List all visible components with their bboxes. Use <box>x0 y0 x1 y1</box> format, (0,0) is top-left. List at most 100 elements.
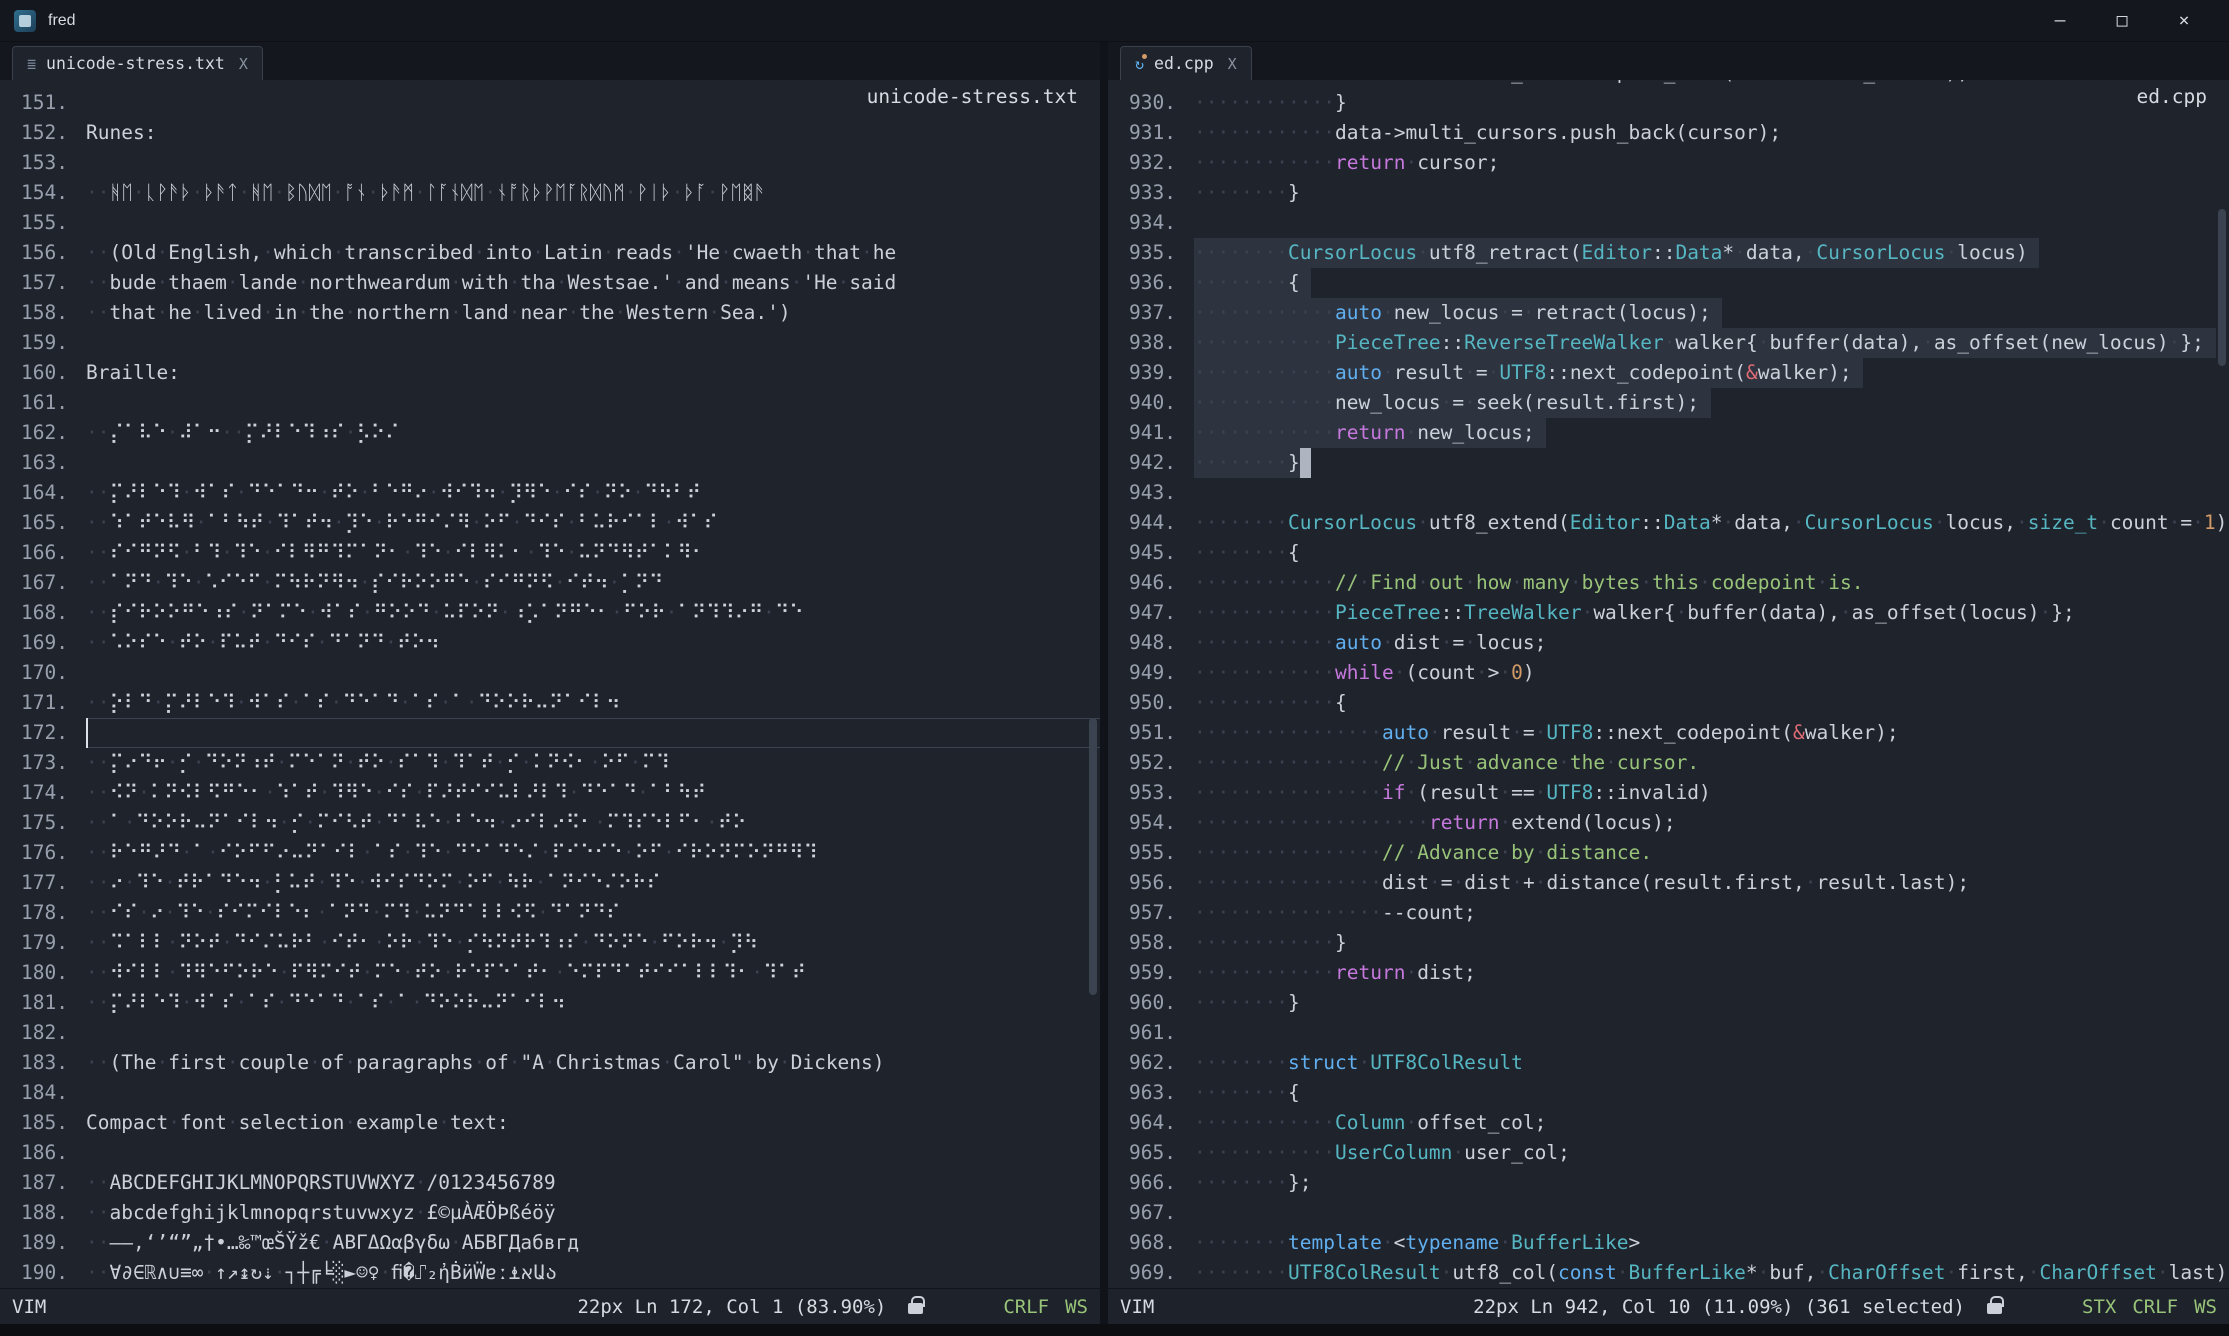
editor-line[interactable]: 937.············auto·new_locus·=·retract… <box>1108 298 2229 328</box>
close-button[interactable]: × <box>2153 0 2215 42</box>
editor-line[interactable]: 938.············PieceTree::ReverseTreeWa… <box>1108 328 2229 358</box>
app-icon <box>14 10 36 32</box>
editor-line[interactable]: 953.················if·(result·==·UTF8::… <box>1108 778 2229 808</box>
editor-line[interactable]: 189.··–—‚‘’“”„†•…‰™œŠŸž€·ΑΒΓΔΩαβγδω·АБВГ… <box>0 1228 1100 1258</box>
editor-line[interactable]: 963.········{ <box>1108 1078 2229 1108</box>
editor-line[interactable]: 962.········struct·UTF8ColResult <box>1108 1048 2229 1078</box>
editor-line[interactable]: 950.············{ <box>1108 688 2229 718</box>
editor-line[interactable]: 932.············return·cursor; <box>1108 148 2229 178</box>
pane-divider[interactable] <box>1100 42 1108 1324</box>
editor-line[interactable]: 178.··⠊⠎·⠔·⠹⠑·⠎⠊⠍⠊⠇⠑⠆·⠁⠝⠙·⠍⠹·⠥⠝⠙⠁⠇⠇⠪⠫·⠙⠁… <box>0 898 1100 928</box>
editor-line[interactable]: 158.··that·he·lived·in·the·northern·land… <box>0 298 1100 328</box>
editor-line[interactable]: 179.··⠩⠁⠇⠇·⠝⠕⠞·⠙⠊⠌⠥⠗⠃·⠊⠞⠂·⠕⠗·⠹⠑·⡊⠳⠝⠞⠗⠹⠰⠎… <box>0 928 1100 958</box>
editor-line[interactable]: 184. <box>0 1078 1100 1108</box>
editor-line[interactable]: 967. <box>1108 1198 2229 1228</box>
editor-line[interactable]: 177.··⠔·⠹⠑·⠞⠗⠁⠙⠑⠲·⡃⠥⠞·⠹⠑·⠺⠊⠎⠙⠕⠍·⠕⠋·⠳⠗·⠁⠝… <box>0 868 1100 898</box>
editor-line[interactable]: 162.··⡌⠁⠧⠑·⠼⠁⠒··⡍⠜⠇⠑⠹⠰⠎·⡣⠕⠌ <box>0 418 1100 448</box>
editor-line[interactable]: 946.············//·Find·out·how·many·byt… <box>1108 568 2229 598</box>
editor-line[interactable]: 171.··⡕⠇⠙·⡍⠜⠇⠑⠹·⠺⠁⠎·⠁⠎·⠙⠑⠁⠙·⠁⠎·⠁·⠙⠕⠕⠗⠤⠝⠁… <box>0 688 1100 718</box>
editor-line[interactable]: 154.··ᚻᛖ·ᚳᚹᚫᚦ·ᚦᚫᛏ·ᚻᛖ·ᛒᚢᛞᛖ·ᚩᚾ·ᚦᚫᛗ·ᛚᚪᚾᛞᛖ·ᚾ… <box>0 178 1100 208</box>
editor-line[interactable]: 964.············Column·offset_col; <box>1108 1108 2229 1138</box>
editor-line[interactable]: 167.··⠁⠝⠙·⠹⠑·⠡⠊⠑⠋·⠍⠳⠗⠝⠻⠲·⡎⠊⠗⠕⠕⠛⠑·⠎⠊⠛⠝⠫·⠊… <box>0 568 1100 598</box>
editor-line[interactable]: 156.··(Old·English,·which·transcribed·in… <box>0 238 1100 268</box>
editor-line[interactable]: 168.··⡎⠊⠗⠕⠕⠛⠑⠰⠎·⠝⠁⠍⠑·⠺⠁⠎·⠛⠕⠕⠙·⠥⠏⠕⠝·⠰⡡⠁⠝⠛… <box>0 598 1100 628</box>
editor-line[interactable]: 939.············auto·result·=·UTF8::next… <box>1108 358 2229 388</box>
editor-line[interactable]: 163. <box>0 448 1100 478</box>
tab-unicode-stress-txt[interactable]: ≣ unicode-stress.txt X <box>12 46 263 80</box>
editor-line[interactable]: 161. <box>0 388 1100 418</box>
editor-line[interactable]: 929.················data->multi_cursors.… <box>1108 80 2229 88</box>
editor-line[interactable]: 155. <box>0 208 1100 238</box>
editor-line[interactable]: 152.Runes: <box>0 118 1100 148</box>
editor-line[interactable]: 188.··abcdefghijklmnopqrstuvwxyz·£©µÀÆÖÞ… <box>0 1198 1100 1228</box>
right-editor[interactable]: ed.cpp 929.················data->multi_c… <box>1108 80 2229 1288</box>
editor-line[interactable]: 174.··⠪⠝·⠅⠝⠪⠇⠫⠛⠑⠂·⠱⠁⠞·⠹⠻⠑·⠊⠎·⠏⠜⠞⠊⠊⠥⠇⠜⠇⠹·… <box>0 778 1100 808</box>
editor-line[interactable]: 948.············auto·dist·=·locus; <box>1108 628 2229 658</box>
editor-line[interactable]: 175.··⠁·⠙⠕⠕⠗⠤⠝⠁⠊⠇⠲·⡊·⠍⠊⠣⠞·⠙⠁⠧⠑·⠃⠑⠲·⠔⠊⠇⠔⠫… <box>0 808 1100 838</box>
editor-line[interactable]: 956.················dist·=·dist·+·distan… <box>1108 868 2229 898</box>
editor-line[interactable]: 954.····················return·extend(lo… <box>1108 808 2229 838</box>
editor-line[interactable]: 940.············new_locus·=·seek(result.… <box>1108 388 2229 418</box>
editor-line[interactable]: 166.··⠎⠊⠛⠝⠫·⠃⠹·⠹⠑·⠊⠇⠻⠛⠹⠍⠁⠝⠂·⠹⠑·⠊⠇⠻⠅⠂·⠹⠑·… <box>0 538 1100 568</box>
editor-line[interactable]: 159. <box>0 328 1100 358</box>
editor-line[interactable]: 968.········template·<typename·BufferLik… <box>1108 1228 2229 1258</box>
editor-line[interactable]: 957.················--count; <box>1108 898 2229 928</box>
editor-line[interactable]: 944.········CursorLocus·utf8_extend(Edit… <box>1108 508 2229 538</box>
editor-line[interactable]: 936.········{ <box>1108 268 2229 298</box>
left-tab-bar: ≣ unicode-stress.txt X <box>0 42 1100 80</box>
tab-close-button[interactable]: X <box>239 55 248 73</box>
editor-line[interactable]: 176.··⠗⠑⠛⠜⠙·⠁·⠊⠕⠋⠋⠔⠤⠝⠁⠊⠇·⠁⠎·⠹⠑·⠙⠑⠁⠙⠑⠌·⠏⠊… <box>0 838 1100 868</box>
editor-line[interactable]: 183.··(The·first·couple·of·paragraphs·of… <box>0 1048 1100 1078</box>
editor-line[interactable]: 943. <box>1108 478 2229 508</box>
editor-line[interactable]: 164.··⡍⠜⠇⠑⠹·⠺⠁⠎·⠙⠑⠁⠙⠒·⠞⠕·⠃⠑⠛⠔·⠺⠊⠹⠲·⡹⠻⠑·⠊… <box>0 478 1100 508</box>
minimize-button[interactable]: – <box>2029 0 2091 42</box>
line-text: ················if·(result·==·UTF8::inva… <box>1194 778 2229 808</box>
editor-line[interactable]: 169.··⠡⠕⠎⠑·⠞⠕·⠏⠥⠞·⠙⠊⠎·⠙⠁⠝⠙·⠞⠕⠲ <box>0 628 1100 658</box>
editor-line[interactable]: 961. <box>1108 1018 2229 1048</box>
maximize-button[interactable]: □ <box>2091 0 2153 42</box>
editor-line[interactable]: 930.············} <box>1108 88 2229 118</box>
left-scrollbar-thumb[interactable] <box>1089 718 1097 995</box>
editor-line[interactable]: 933.········} <box>1108 178 2229 208</box>
editor-line[interactable]: 935.········CursorLocus·utf8_retract(Edi… <box>1108 238 2229 268</box>
editor-line[interactable]: 965.············UserColumn·user_col; <box>1108 1138 2229 1168</box>
editor-line[interactable]: 153. <box>0 148 1100 178</box>
editor-line[interactable]: 157.··bude·thaem·lande·northweardum·with… <box>0 268 1100 298</box>
editor-line[interactable]: 186. <box>0 1138 1100 1168</box>
line-text: ··⠗⠑⠛⠜⠙·⠁·⠊⠕⠋⠋⠔⠤⠝⠁⠊⠇·⠁⠎·⠹⠑·⠙⠑⠁⠙⠑⠌·⠏⠊⠑⠊⠑·… <box>86 838 1100 868</box>
editor-line[interactable]: 941.············return·new_locus; <box>1108 418 2229 448</box>
editor-line[interactable]: 960.········} <box>1108 988 2229 1018</box>
editor-line[interactable]: 172. <box>0 718 1100 748</box>
lock-icon[interactable] <box>908 1303 923 1314</box>
left-editor[interactable]: unicode-stress.txt 150.··እግርህን·በፍራሽህ·ልክ·… <box>0 80 1100 1288</box>
editor-line[interactable]: 947.············PieceTree::TreeWalker·wa… <box>1108 598 2229 628</box>
editor-line[interactable]: 949.············while·(count·>·0) <box>1108 658 2229 688</box>
editor-line[interactable]: 173.··⡍⠔⠙⠖·⡊·⠙⠕⠝⠰⠞·⠍⠑⠁⠝·⠞⠕·⠎⠁⠹·⠹⠁⠞·⡊·⠅⠝⠪… <box>0 748 1100 778</box>
selection-highlight: ········} <box>1194 448 1300 478</box>
editor-line[interactable]: 959.············return·dist; <box>1108 958 2229 988</box>
line-number: 963. <box>1108 1078 1194 1108</box>
editor-line[interactable]: 190.··∀∂∈ℝ∧∪≡∞·↑↗↨↻⇣·┐┼╔╘░►☺♀·ﬁ�⑀₂ἠḂӥẄɐː… <box>0 1258 1100 1288</box>
editor-line[interactable]: 180.··⠺⠊⠇⠇·⠹⠻⠑⠋⠕⠗⠑·⠏⠻⠍⠊⠞·⠍⠑·⠞⠕·⠗⠑⠏⠑⠁⠞⠂·⠑… <box>0 958 1100 988</box>
editor-line[interactable]: 966.········}; <box>1108 1168 2229 1198</box>
editor-line[interactable]: 181.··⡍⠜⠇⠑⠹·⠺⠁⠎·⠁⠎·⠙⠑⠁⠙·⠁⠎·⠁·⠙⠕⠕⠗⠤⠝⠁⠊⠇⠲ <box>0 988 1100 1018</box>
editor-line[interactable]: 934. <box>1108 208 2229 238</box>
editor-line[interactable]: 952.················//·Just·advance·the·… <box>1108 748 2229 778</box>
editor-line[interactable]: 951.················auto·result·=·UTF8::… <box>1108 718 2229 748</box>
editor-line[interactable]: 160.Braille: <box>0 358 1100 388</box>
editor-line[interactable]: 182. <box>0 1018 1100 1048</box>
tab-ed-cpp[interactable]: ↻ ed.cpp X <box>1120 46 1252 80</box>
editor-line[interactable]: 942.········} <box>1108 448 2229 478</box>
editor-line[interactable]: 958.············} <box>1108 928 2229 958</box>
editor-line[interactable]: 185.Compact·font·selection·example·text: <box>0 1108 1100 1138</box>
editor-line[interactable]: 165.··⠱⠁⠞⠑⠧⠻·⠁⠃⠳⠞·⠹⠁⠞⠲·⡹⠑·⠗⠑⠛⠊⠌⠻·⠕⠋·⠙⠊⠎·… <box>0 508 1100 538</box>
right-scrollbar-thumb[interactable] <box>2218 209 2226 366</box>
tab-close-button[interactable]: X <box>1228 55 1237 73</box>
editor-line[interactable]: 187.··ABCDEFGHIJKLMNOPQRSTUVWXYZ·/012345… <box>0 1168 1100 1198</box>
editor-line[interactable]: 170. <box>0 658 1100 688</box>
editor-line[interactable]: 945.········{ <box>1108 538 2229 568</box>
editor-line[interactable]: 931.············data->multi_cursors.push… <box>1108 118 2229 148</box>
editor-line[interactable]: 969.········UTF8ColResult·utf8_col(const… <box>1108 1258 2229 1288</box>
editor-line[interactable]: 955.················//·Advance·by·distan… <box>1108 838 2229 868</box>
lock-icon[interactable] <box>1987 1303 2002 1314</box>
